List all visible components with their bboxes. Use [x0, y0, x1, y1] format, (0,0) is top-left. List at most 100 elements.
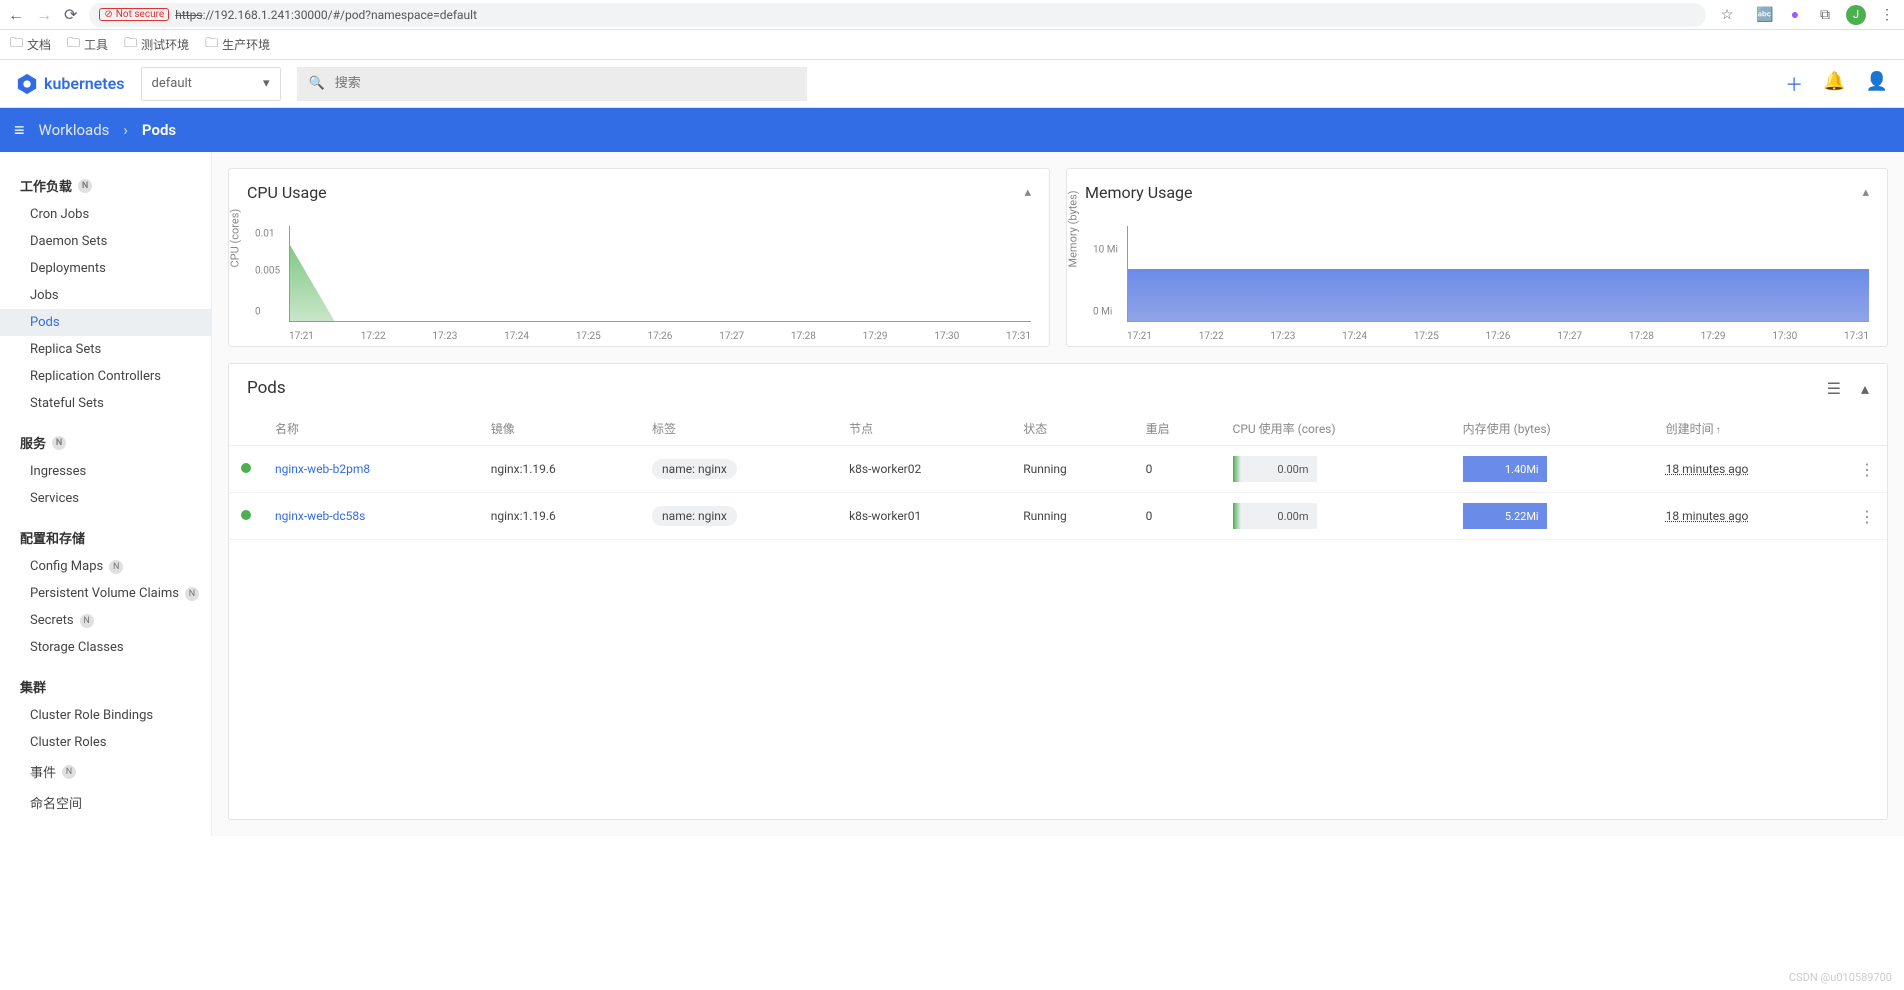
- search-box[interactable]: 🔍: [297, 67, 807, 101]
- col-status[interactable]: 状态: [1011, 412, 1133, 446]
- sidebar-item-crb[interactable]: Cluster Role Bindings: [0, 702, 211, 729]
- sidebar-item-secrets[interactable]: SecretsN: [0, 607, 211, 634]
- extension-icon[interactable]: ●: [1786, 6, 1804, 24]
- sidebar-group-config[interactable]: 配置和存储: [0, 522, 211, 553]
- app-logo[interactable]: kubernetes: [16, 73, 125, 95]
- watermark: CSDN @u010589700: [1789, 971, 1892, 984]
- nav-arrows: ← → ⟳: [8, 5, 77, 25]
- sidebar-item-rc[interactable]: Replication Controllers: [0, 363, 211, 390]
- security-badge: Not secure: [99, 8, 169, 21]
- memory-metric: 1.40Mi: [1463, 456, 1547, 482]
- sidebar-group-workloads[interactable]: 工作负载N: [0, 170, 211, 201]
- status-cell: Running: [1011, 493, 1133, 540]
- sidebar-item-daemonsets[interactable]: Daemon Sets: [0, 228, 211, 255]
- badge-icon: N: [80, 614, 94, 628]
- sidebar-item-pods[interactable]: Pods: [0, 309, 211, 336]
- created-time: 18 minutes ago: [1666, 509, 1749, 523]
- label-chip: name: nginx: [652, 506, 737, 526]
- search-input[interactable]: [335, 76, 795, 91]
- table-row[interactable]: nginx-web-dc58s nginx:1.19.6 name: nginx…: [229, 493, 1887, 540]
- col-cpu[interactable]: CPU 使用率 (cores): [1221, 412, 1451, 446]
- cpu-usage-card: CPU Usage ▴ CPU (cores) 0.01 0.005 0 17:…: [228, 168, 1050, 347]
- address-bar[interactable]: Not secure https://192.168.1.241:30000/#…: [89, 3, 1706, 27]
- row-menu-icon[interactable]: ⋮: [1859, 507, 1875, 526]
- create-button[interactable]: ＋: [1785, 71, 1803, 97]
- pod-link[interactable]: nginx-web-b2pm8: [275, 462, 370, 476]
- menu-icon[interactable]: ⋮: [1878, 6, 1896, 24]
- account-icon[interactable]: 👤: [1866, 71, 1888, 97]
- chevron-right-icon: ›: [123, 121, 128, 139]
- col-name[interactable]: 名称: [263, 412, 479, 446]
- menu-toggle[interactable]: ≡: [14, 120, 25, 141]
- card-title: CPU Usage: [247, 183, 327, 202]
- chrome-right-icons: 🔤 ● ⧉ J ⋮: [1756, 5, 1896, 25]
- sidebar-item-ingresses[interactable]: Ingresses: [0, 458, 211, 485]
- translate-icon[interactable]: 🔤: [1756, 6, 1774, 24]
- sidebar-item-jobs[interactable]: Jobs: [0, 282, 211, 309]
- breadcrumb-root[interactable]: Workloads: [39, 121, 110, 139]
- col-restarts[interactable]: 重启: [1134, 412, 1221, 446]
- status-dot-running: [241, 463, 251, 473]
- bookmark-item[interactable]: 生产环境: [205, 34, 270, 56]
- sidebar-item-pvc[interactable]: Persistent Volume ClaimsN: [0, 580, 211, 607]
- profile-avatar[interactable]: J: [1846, 5, 1866, 25]
- pods-table: 名称 镜像 标签 节点 状态 重启 CPU 使用率 (cores) 内存使用 (…: [229, 412, 1887, 540]
- restarts-cell: 0: [1134, 446, 1221, 493]
- reload-button[interactable]: ⟳: [64, 5, 77, 24]
- col-created[interactable]: 创建时间↑: [1654, 412, 1847, 446]
- created-time: 18 minutes ago: [1666, 462, 1749, 476]
- restarts-cell: 0: [1134, 493, 1221, 540]
- badge-icon: N: [62, 765, 76, 779]
- memory-chart: Memory (bytes) 10 Mi 0 Mi 17:2117:2217:2…: [1067, 216, 1887, 346]
- badge-icon: N: [185, 587, 199, 601]
- sidebar-item-cr[interactable]: Cluster Roles: [0, 729, 211, 756]
- sidebar-item-storageclasses[interactable]: Storage Classes: [0, 634, 211, 661]
- sidebar-group-service[interactable]: 服务N: [0, 427, 211, 458]
- folder-icon: [67, 34, 80, 56]
- sidebar-item-events[interactable]: 事件N: [0, 756, 211, 787]
- sidebar-item-namespaces[interactable]: 命名空间: [0, 787, 211, 818]
- x-ticks: 17:2117:2217:2317:2417:2517:2617:2717:28…: [1127, 331, 1869, 342]
- bookmark-item[interactable]: 文档: [10, 34, 51, 56]
- breadcrumb-current: Pods: [142, 121, 176, 139]
- row-menu-icon[interactable]: ⋮: [1859, 460, 1875, 479]
- sidebar: 工作负载N Cron Jobs Daemon Sets Deployments …: [0, 152, 212, 836]
- sidebar-item-services[interactable]: Services: [0, 485, 211, 512]
- back-button[interactable]: ←: [8, 5, 24, 25]
- kubernetes-icon: [16, 73, 38, 95]
- status-dot-running: [241, 510, 251, 520]
- sidebar-item-replicasets[interactable]: Replica Sets: [0, 336, 211, 363]
- col-node[interactable]: 节点: [837, 412, 1011, 446]
- bookmark-item[interactable]: 测试环境: [124, 34, 189, 56]
- node-cell: k8s-worker01: [837, 493, 1011, 540]
- badge-icon: N: [78, 179, 92, 193]
- extensions-icon[interactable]: ⧉: [1816, 6, 1834, 24]
- col-labels[interactable]: 标签: [640, 412, 837, 446]
- bookmark-item[interactable]: 工具: [67, 34, 108, 56]
- collapse-icon[interactable]: ▴: [1861, 379, 1869, 398]
- badge-icon: N: [52, 436, 66, 450]
- pod-link[interactable]: nginx-web-dc58s: [275, 509, 365, 523]
- cpu-metric: 0.00m: [1233, 456, 1317, 482]
- sidebar-item-deployments[interactable]: Deployments: [0, 255, 211, 282]
- cpu-series-area: [290, 245, 334, 321]
- forward-button[interactable]: →: [36, 5, 52, 25]
- collapse-icon[interactable]: ▴: [1024, 185, 1031, 200]
- notifications-icon[interactable]: 🔔: [1823, 71, 1845, 97]
- sidebar-item-statefulsets[interactable]: Stateful Sets: [0, 390, 211, 417]
- sidebar-item-configmaps[interactable]: Config MapsN: [0, 553, 211, 580]
- namespace-select[interactable]: default ▾: [141, 67, 281, 101]
- filter-icon[interactable]: ☰: [1827, 379, 1841, 398]
- collapse-icon[interactable]: ▴: [1862, 185, 1869, 200]
- folder-icon: [205, 34, 218, 56]
- col-image[interactable]: 镜像: [479, 412, 640, 446]
- sidebar-item-cronjobs[interactable]: Cron Jobs: [0, 201, 211, 228]
- sort-asc-icon: ↑: [1716, 425, 1721, 436]
- folder-icon: [124, 34, 137, 56]
- star-icon[interactable]: ☆: [1718, 6, 1736, 24]
- col-memory[interactable]: 内存使用 (bytes): [1451, 412, 1654, 446]
- sidebar-group-cluster[interactable]: 集群: [0, 671, 211, 702]
- folder-icon: [10, 34, 23, 56]
- table-row[interactable]: nginx-web-b2pm8 nginx:1.19.6 name: nginx…: [229, 446, 1887, 493]
- memory-usage-card: Memory Usage ▴ Memory (bytes) 10 Mi 0 Mi…: [1066, 168, 1888, 347]
